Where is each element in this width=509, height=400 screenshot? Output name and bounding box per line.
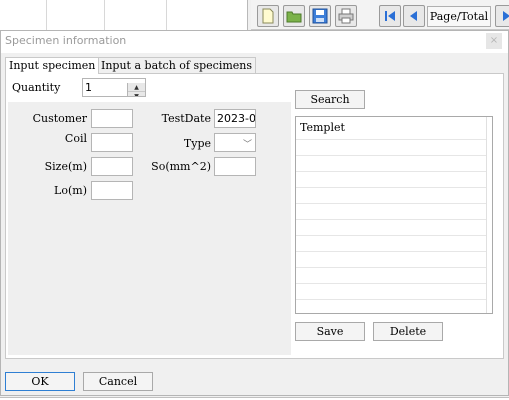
list-row-line	[296, 155, 486, 156]
coil-label: Coil	[64, 132, 87, 145]
size-field[interactable]	[91, 157, 133, 176]
coil-field[interactable]	[91, 133, 133, 152]
open-folder-icon[interactable]	[283, 5, 305, 27]
quantity-stepper[interactable]: 1 ▲ ▼	[82, 78, 146, 97]
spin-up-icon[interactable]: ▲	[128, 83, 145, 92]
tab-input-batch[interactable]: Input a batch of specimens	[97, 57, 257, 73]
size-label: Size(m)	[44, 160, 87, 173]
type-select[interactable]: ﹀	[214, 133, 256, 152]
lo-field[interactable]	[91, 181, 133, 200]
first-page-icon[interactable]	[379, 5, 401, 27]
testdate-field[interactable]: 2023-02	[214, 109, 256, 128]
tab-panel: Quantity 1 ▲ ▼ Customer Coil Size(m) Lo(…	[5, 73, 504, 359]
close-icon[interactable]: ×	[486, 33, 502, 49]
customer-label: Customer	[32, 112, 87, 125]
list-row-line	[296, 171, 486, 172]
so-label: So(mm^2)	[151, 160, 211, 173]
list-row-line	[296, 267, 486, 268]
list-column-divider	[486, 117, 487, 313]
list-row-line	[296, 235, 486, 236]
previous-page-icon[interactable]	[403, 5, 425, 27]
spin-down-icon[interactable]: ▼	[128, 92, 145, 96]
fields-group: Customer Coil Size(m) Lo(m) TestDate 202…	[8, 102, 291, 355]
toolbar: Page/Total	[251, 0, 509, 30]
save-button[interactable]: Save	[295, 322, 365, 341]
chevron-down-icon[interactable]: ﹀	[243, 137, 252, 151]
delete-button[interactable]: Delete	[373, 322, 443, 341]
list-row-line	[296, 251, 486, 252]
next-page-icon[interactable]	[495, 5, 509, 27]
list-row-line	[296, 299, 486, 300]
search-button[interactable]: Search	[295, 90, 365, 109]
list-row-line	[296, 283, 486, 284]
testdate-label: TestDate	[161, 112, 211, 125]
page-total-label: Page/Total	[427, 6, 491, 27]
tab-input-specimen[interactable]: Input specimen	[5, 57, 100, 74]
list-row-line	[296, 219, 486, 220]
quantity-label: Quantity	[12, 81, 61, 94]
templet-list[interactable]: Templet	[295, 116, 493, 314]
templet-header: Templet	[300, 121, 345, 134]
cancel-button[interactable]: Cancel	[83, 372, 153, 391]
dialog-titlebar[interactable]: Specimen information ×	[1, 31, 508, 53]
type-label: Type	[183, 137, 211, 150]
ok-button[interactable]: OK	[5, 372, 75, 391]
save-icon[interactable]	[309, 5, 331, 27]
list-row-line	[296, 187, 486, 188]
lo-label: Lo(m)	[54, 184, 87, 197]
specimen-information-dialog: Specimen information × Input specimen In…	[0, 30, 509, 396]
list-row-line	[296, 203, 486, 204]
customer-field[interactable]	[91, 109, 133, 128]
list-row-line	[296, 139, 486, 140]
dialog-title: Specimen information	[5, 34, 127, 47]
background-table	[0, 0, 248, 30]
new-icon[interactable]	[257, 5, 279, 27]
quantity-value: 1	[85, 81, 92, 94]
so-field[interactable]	[214, 157, 256, 176]
print-icon[interactable]	[335, 5, 357, 27]
quantity-spin[interactable]: ▲ ▼	[127, 83, 145, 96]
